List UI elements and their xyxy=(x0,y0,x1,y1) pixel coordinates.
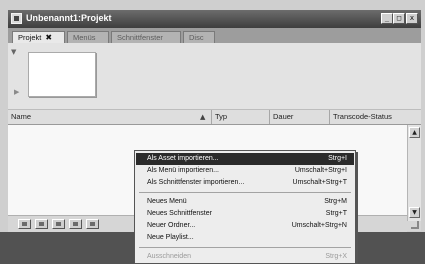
menu-separator xyxy=(139,192,351,193)
list-view-icon[interactable] xyxy=(18,219,31,229)
menu-item-import-menu[interactable]: Als Menü importieren... Umschalt+Strg+I xyxy=(136,165,354,177)
window-title: Unbenannt1:Projekt xyxy=(26,13,112,23)
tab-schnittfenster[interactable]: Schnittfenster xyxy=(111,31,181,43)
menu-item-label: Neues Menü xyxy=(147,198,187,205)
new-menu-icon[interactable] xyxy=(69,219,82,229)
scroll-up-icon[interactable]: ▲ xyxy=(409,127,420,138)
vertical-scrollbar[interactable]: ▲ ▼ xyxy=(407,125,421,221)
new-folder-icon[interactable] xyxy=(35,219,48,229)
menu-item-import-asset[interactable]: Als Asset importieren... Strg+I xyxy=(136,153,354,165)
menu-item-new-playlist[interactable]: Neue Playlist... xyxy=(136,232,354,244)
column-header: Name ▲ Typ Dauer Transcode-Status xyxy=(8,110,421,125)
column-dauer[interactable]: Dauer xyxy=(269,110,329,124)
preview-panel: ▼ ▶ xyxy=(8,43,421,110)
app-icon xyxy=(11,13,22,24)
menu-item-label: Als Menü importieren... xyxy=(147,167,219,174)
sort-ascending-icon[interactable]: ▲ xyxy=(200,110,205,124)
tab-label: Menüs xyxy=(73,33,96,42)
tab-label: Projekt xyxy=(18,33,42,42)
menu-item-label: Ausschneiden xyxy=(147,253,191,260)
scroll-down-icon[interactable]: ▼ xyxy=(409,207,420,218)
tab-label: Disc xyxy=(189,33,204,42)
menu-item-label: Als Schnittfenster importieren... xyxy=(147,179,245,186)
menu-item-cut: Ausschneiden Strg+X xyxy=(136,251,354,263)
menu-item-shortcut: Strg+T xyxy=(325,210,347,217)
menu-item-label: Als Asset importieren... xyxy=(147,155,219,162)
menu-item-shortcut: Umschalt+Strg+I xyxy=(294,167,347,174)
menu-item-import-timeline[interactable]: Als Schnittfenster importieren... Umscha… xyxy=(136,177,354,189)
menu-item-shortcut: Umschalt+Strg+N xyxy=(291,222,347,229)
minimize-button[interactable]: _ xyxy=(381,13,393,24)
title-bar[interactable]: Unbenannt1:Projekt _ □ x xyxy=(8,10,421,28)
tab-strip: Projekt ✖ Menüs Schnittfenster Disc xyxy=(8,28,421,43)
menu-item-shortcut: Umschalt+Strg+T xyxy=(292,179,347,186)
menu-item-label: Neue Playlist... xyxy=(147,234,194,241)
close-button[interactable]: x xyxy=(406,13,418,24)
menu-item-label: Neuer Ordner... xyxy=(147,222,196,229)
tab-label: Schnittfenster xyxy=(117,33,163,42)
maximize-button[interactable]: □ xyxy=(393,13,405,24)
column-name[interactable]: Name xyxy=(8,110,211,124)
menu-item-label: Neues Schnittfenster xyxy=(147,210,212,217)
preview-thumbnail xyxy=(28,52,96,97)
project-window: Unbenannt1:Projekt _ □ x Projekt ✖ Menüs … xyxy=(0,0,425,264)
column-transcode-status[interactable]: Transcode-Status xyxy=(329,110,421,124)
delete-icon[interactable] xyxy=(86,219,99,229)
resize-grip-icon[interactable] xyxy=(407,221,421,231)
tab-projekt[interactable]: Projekt ✖ xyxy=(12,31,65,43)
menu-item-shortcut: Strg+M xyxy=(324,198,347,205)
play-icon[interactable]: ▶ xyxy=(14,88,19,96)
column-typ[interactable]: Typ xyxy=(211,110,269,124)
menu-item-new-folder[interactable]: Neuer Ordner... Umschalt+Strg+N xyxy=(136,220,354,232)
menu-item-new-menu[interactable]: Neues Menü Strg+M xyxy=(136,196,354,208)
menu-separator xyxy=(139,247,351,248)
tab-disc[interactable]: Disc xyxy=(183,31,215,43)
menu-item-shortcut: Strg+X xyxy=(325,253,347,260)
context-menu: Als Asset importieren... Strg+I Als Menü… xyxy=(134,150,356,264)
tab-menues[interactable]: Menüs xyxy=(67,31,109,43)
menu-item-new-timeline[interactable]: Neues Schnittfenster Strg+T xyxy=(136,208,354,220)
collapse-triangle-icon[interactable]: ▼ xyxy=(11,48,16,56)
new-timeline-icon[interactable] xyxy=(52,219,65,229)
menu-item-shortcut: Strg+I xyxy=(328,155,347,162)
tab-close-icon[interactable]: ✖ xyxy=(45,33,52,42)
